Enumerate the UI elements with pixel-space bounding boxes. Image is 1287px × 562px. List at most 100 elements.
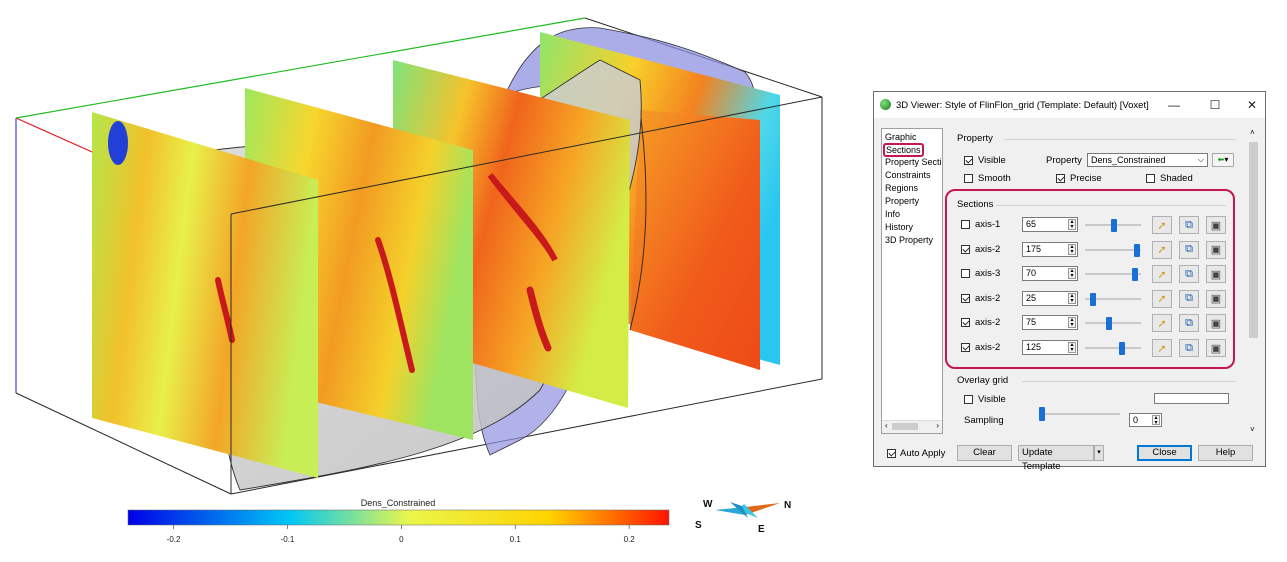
nav-item-history[interactable]: History [885,222,913,232]
section-slider-thumb[interactable] [1105,317,1112,331]
precise-checkbox[interactable] [1056,174,1065,183]
spin-arrows-icon[interactable]: ▴ ▾ [1068,342,1076,353]
property-dropdown[interactable]: Dens_Constrained ⌵ [1087,153,1208,167]
section-index-spinbox[interactable]: 75 ▴ ▾ [1022,315,1078,331]
close-window-button[interactable]: ✕ [1238,96,1266,114]
scroll-left-icon[interactable]: ‹ [885,421,888,430]
spin-arrows-icon[interactable]: ▴ ▾ [1068,268,1076,280]
smooth-checkbox[interactable] [964,174,973,183]
update-template-dropdown-icon[interactable]: ▾ [1094,445,1104,461]
nav-item-3d-property[interactable]: 3D Property [885,235,933,245]
copy-section-button[interactable]: ⧉ [1179,314,1199,333]
copy-section-button[interactable]: ⧉ [1179,289,1199,308]
section-checkbox[interactable] [961,244,970,254]
section-checkbox[interactable] [961,343,970,352]
overlay-visible-checkbox[interactable] [964,395,973,404]
camera-button[interactable]: ▣ [1206,289,1226,308]
camera-icon: ▣ [1210,317,1222,330]
update-template-button[interactable]: Update Template [1018,445,1094,472]
nav-item-property[interactable]: Property [885,196,919,206]
dialog-titlebar[interactable]: 3D Viewer: Style of FlinFlon_grid (Templ… [874,92,1265,118]
nav-item-constraints[interactable]: Constraints [885,170,931,180]
pick-arrow-button[interactable]: ➚ [1152,314,1172,333]
property-selector-button[interactable]: ⬅▾ [1212,153,1234,167]
sampling-spinbox[interactable]: 0 ▴ ▾ [1129,413,1162,427]
section-index-spinbox[interactable]: 70 ▴ ▾ [1022,266,1078,282]
maximize-button[interactable]: ☐ [1201,96,1229,114]
spin-arrows-icon[interactable]: ▴ ▾ [1068,292,1076,304]
pick-arrow-button[interactable]: ➚ [1152,265,1172,284]
sampling-slider-thumb[interactable] [1039,407,1045,421]
section-slider-thumb[interactable] [1118,342,1125,355]
camera-button[interactable]: ▣ [1206,216,1226,234]
copy-section-button[interactable]: ⧉ [1179,240,1199,259]
camera-button[interactable]: ▣ [1206,339,1226,357]
section-axis-label: axis-2 [975,342,1001,353]
copy-section-button[interactable]: ⧉ [1179,216,1199,234]
section-slider[interactable] [1085,268,1141,282]
section-index-spinbox[interactable]: 175 ▴ ▾ [1022,241,1078,257]
property-visible-checkbox[interactable] [964,156,973,165]
section-slider-thumb[interactable] [1089,292,1096,306]
section-row: axis-1 65 ▴ ▾ ➚ ⧉ ▣ [952,214,1232,236]
scroll-down-icon[interactable]: ˅ [1250,425,1255,434]
copy-section-button[interactable]: ⧉ [1179,265,1199,284]
section-slider-thumb[interactable] [1133,243,1140,257]
section-index-spinbox[interactable]: 25 ▴ ▾ [1022,290,1078,306]
nav-item-regions[interactable]: Regions [885,183,918,193]
section-slider-thumb[interactable] [1111,219,1118,232]
clear-button[interactable]: Clear [957,445,1012,461]
pick-arrow-button[interactable]: ➚ [1152,216,1172,234]
section-slider[interactable] [1085,342,1141,355]
section-slider[interactable] [1085,317,1141,331]
nav-item-info[interactable]: Info [885,209,900,219]
shaded-checkbox[interactable] [1146,174,1155,183]
3d-scene: Dens_Constrained -0.2 -0.1 0 0.1 0.2 W N S E [15,17,823,544]
nav-item-sections[interactable]: Sections [883,143,924,157]
section-slider[interactable] [1085,243,1141,257]
scroll-up-icon[interactable]: ˄ [1250,128,1255,137]
category-list[interactable]: Graphic Sections Property Secti Constrai… [881,128,943,434]
panel-scroll-thumb[interactable] [1249,142,1258,338]
copy-section-button[interactable]: ⧉ [1179,339,1199,357]
section-checkbox[interactable] [961,318,970,328]
section-slider[interactable] [1085,292,1141,306]
nav-item-graphic[interactable]: Graphic [885,132,917,142]
close-button[interactable]: Close [1137,445,1192,461]
auto-apply-checkbox[interactable] [887,449,896,458]
section-checkbox[interactable] [961,220,970,229]
pick-arrow-button[interactable]: ➚ [1152,339,1172,357]
section-axis-label: axis-2 [975,317,1001,329]
help-button[interactable]: Help [1198,445,1253,461]
section-index-spinbox[interactable]: 65 ▴ ▾ [1022,217,1078,232]
nav-item-property-sections[interactable]: Property Secti [885,157,942,167]
camera-button[interactable]: ▣ [1206,265,1226,284]
spin-arrows-icon[interactable]: ▴ ▾ [1068,317,1076,329]
spin-arrows-icon[interactable]: ▴ ▾ [1152,415,1160,426]
pick-arrow-button[interactable]: ➚ [1152,240,1172,259]
minimize-button[interactable]: — [1160,96,1188,114]
nav-scroll-thumb[interactable] [892,423,918,430]
pick-arrow-icon: ➚ [1157,244,1167,257]
panel-vertical-scrollbar[interactable]: ˄ ˅ [1248,128,1259,434]
smooth-label: Smooth [978,173,1011,184]
spin-arrows-icon[interactable]: ▴ ▾ [1068,219,1076,230]
3d-viewport[interactable]: Dens_Constrained -0.2 -0.1 0 0.1 0.2 W N S E [0,0,860,562]
nav-horizontal-scrollbar[interactable]: ‹ › [882,420,942,433]
copy-section-icon: ⧉ [1185,267,1193,280]
dropdown-arrow-icon: ▾ [1224,155,1229,164]
section-checkbox[interactable] [961,293,970,303]
section-slider[interactable] [1085,219,1141,232]
pick-arrow-button[interactable]: ➚ [1152,289,1172,308]
camera-button[interactable]: ▣ [1206,314,1226,333]
spin-arrows-icon[interactable]: ▴ ▾ [1068,243,1076,255]
section-checkbox[interactable] [961,269,970,279]
section-axis-label: axis-3 [975,268,1001,280]
scroll-right-icon[interactable]: › [936,421,939,430]
shaded-label: Shaded [1160,173,1193,184]
sampling-slider[interactable] [1039,407,1120,421]
section-slider-thumb[interactable] [1132,268,1139,282]
overlay-color-field[interactable] [1154,393,1229,404]
section-index-spinbox[interactable]: 125 ▴ ▾ [1022,340,1078,355]
camera-button[interactable]: ▣ [1206,240,1226,259]
